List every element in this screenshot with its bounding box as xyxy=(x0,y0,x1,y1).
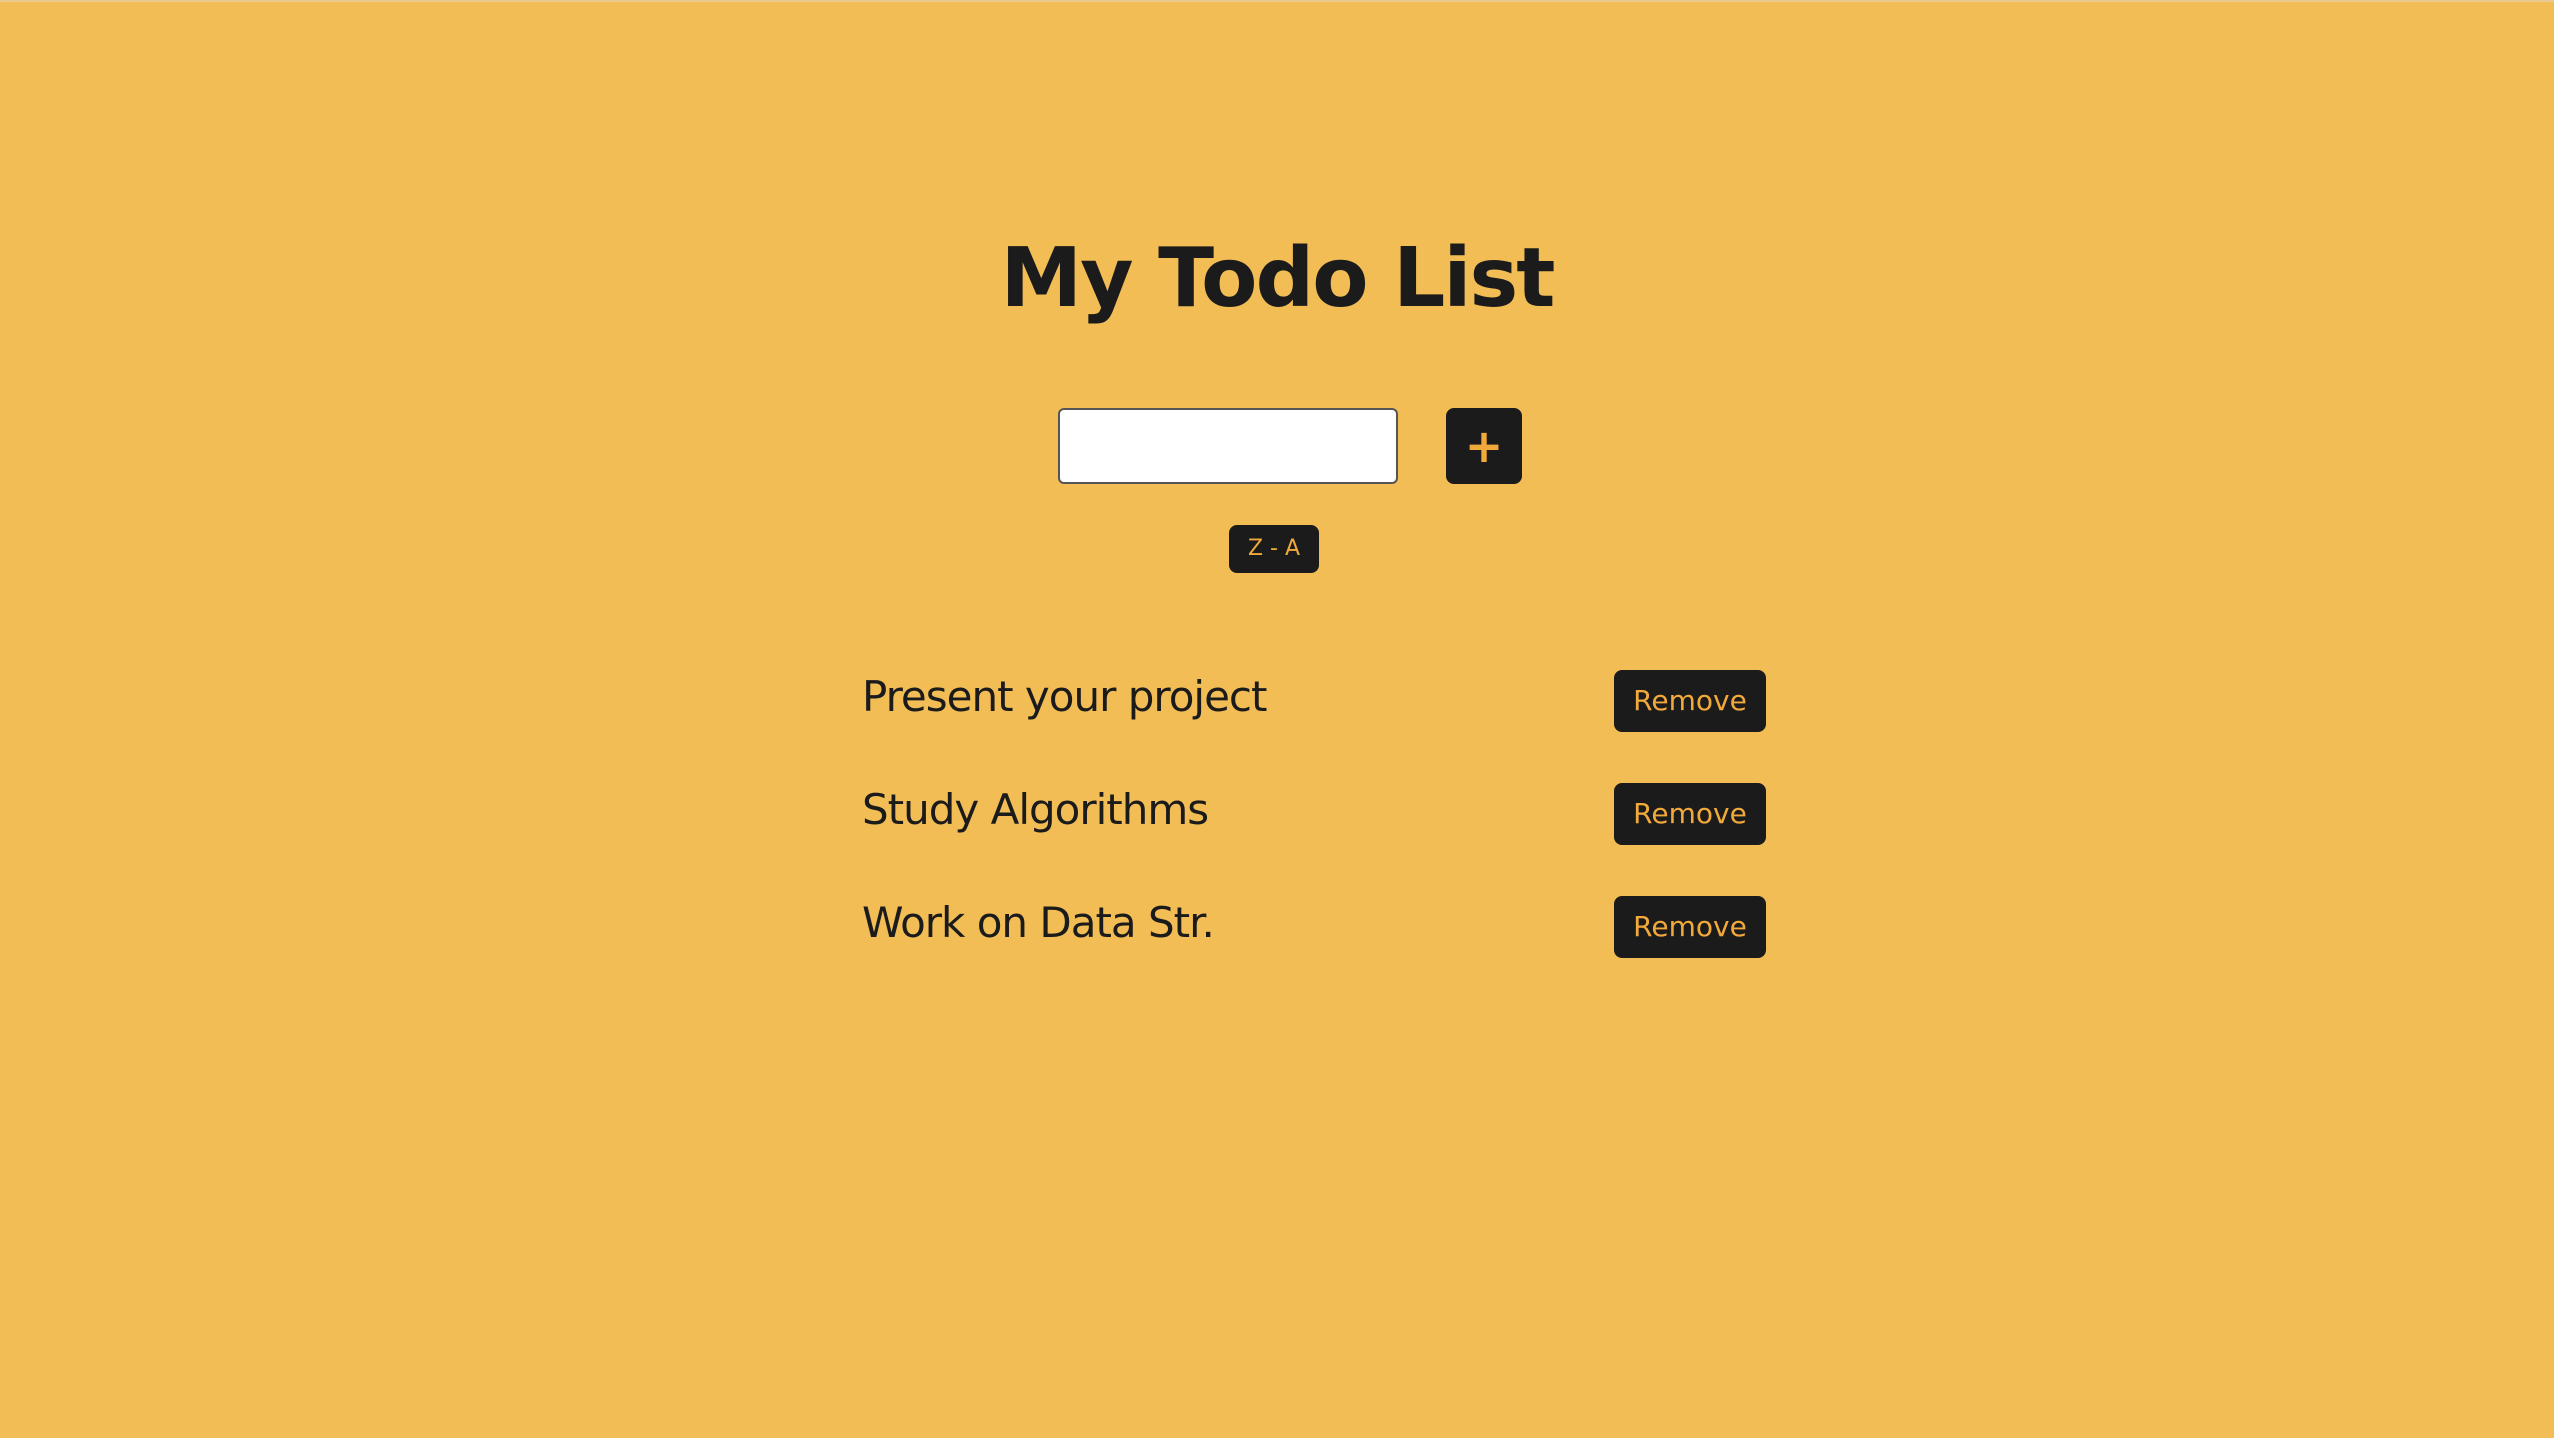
todo-input[interactable] xyxy=(1058,408,1398,484)
todo-item: Present your project Remove xyxy=(862,666,1766,732)
remove-button[interactable]: Remove xyxy=(1614,670,1766,732)
sort-z-a-button[interactable]: Z - A xyxy=(1229,525,1319,573)
todo-item: Study Algorithms Remove xyxy=(862,779,1766,845)
remove-button[interactable]: Remove xyxy=(1614,783,1766,845)
todo-list: Present your project Remove Study Algori… xyxy=(862,666,1766,1005)
todo-app: My Todo List + Z - A Present your projec… xyxy=(0,0,2554,1438)
remove-button[interactable]: Remove xyxy=(1614,896,1766,958)
todo-text: Study Algorithms xyxy=(862,785,1209,834)
todo-text: Present your project xyxy=(862,672,1267,721)
page-title: My Todo List xyxy=(1000,231,1556,326)
todo-item: Work on Data Str. Remove xyxy=(862,892,1766,958)
todo-text: Work on Data Str. xyxy=(862,898,1215,947)
add-todo-button[interactable]: + xyxy=(1446,408,1522,484)
